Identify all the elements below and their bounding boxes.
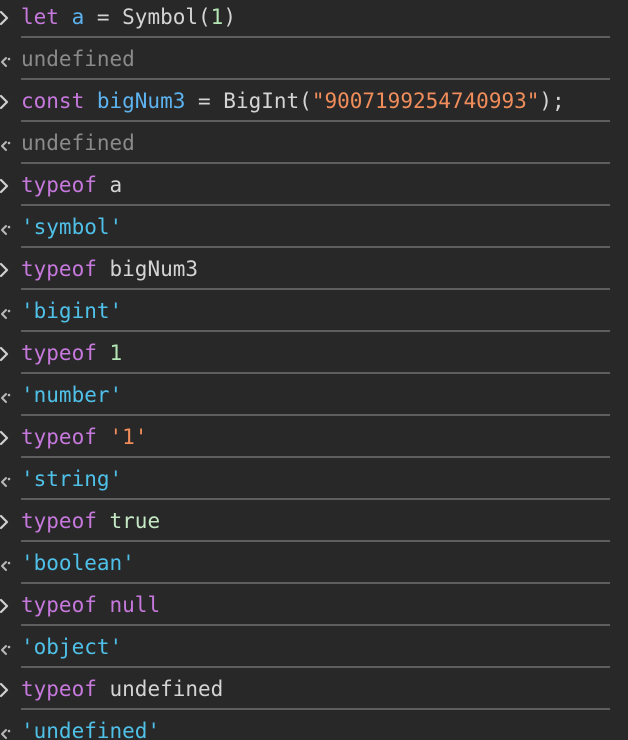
return-arrow-icon (1, 645, 11, 655)
code-token: undefined (109, 677, 224, 701)
return-arrow-icon (1, 393, 11, 403)
code-token: ); (539, 89, 565, 113)
console-input-row[interactable]: typeof 1 (0, 336, 628, 378)
return-arrow-icon (1, 729, 11, 739)
console-result-text: 'boolean' (21, 549, 135, 577)
console-output-row[interactable]: undefined (0, 42, 628, 84)
console-result-text: undefined (21, 45, 135, 73)
code-token: null (109, 593, 161, 617)
console-result-text: 'object' (21, 633, 122, 661)
code-token: const (21, 89, 97, 113)
chevron-right-icon (0, 682, 9, 698)
chevron-right-icon (0, 346, 9, 362)
console-command-text: typeof null (21, 591, 160, 619)
console-output-row[interactable]: 'symbol' (0, 210, 628, 252)
console-command-text: typeof a (21, 171, 122, 199)
console-output-row[interactable]: 'number' (0, 378, 628, 420)
chevron-right-icon (0, 430, 9, 446)
console-input-row[interactable]: typeof bigNum3 (0, 252, 628, 294)
code-token: typeof (21, 257, 110, 281)
console-input-row[interactable]: let a = Symbol(1) (0, 0, 628, 42)
console-command-text: typeof undefined (21, 675, 223, 703)
console-result-text: 'undefined' (21, 717, 160, 740)
code-token: true (109, 509, 161, 533)
console-command-text: typeof true (21, 507, 160, 535)
code-token: 'bigint' (21, 299, 123, 323)
code-token: let (21, 5, 72, 29)
console-input-row[interactable]: typeof true (0, 504, 628, 546)
code-token: 1 (210, 5, 224, 29)
return-arrow-icon (1, 141, 11, 151)
code-token: typeof (21, 341, 110, 365)
code-token: = BigInt( (185, 89, 312, 113)
console-input-row[interactable]: typeof '1' (0, 420, 628, 462)
console-output-row[interactable]: undefined (0, 126, 628, 168)
devtools-console: let a = Symbol(1) undefined const bigNum3 … (0, 0, 628, 740)
code-token: bigNum3 (96, 89, 186, 113)
console-output-row[interactable]: 'bigint' (0, 294, 628, 336)
chevron-right-icon (0, 178, 9, 194)
console-input-row[interactable]: typeof undefined (0, 672, 628, 714)
code-token: a (71, 5, 85, 29)
code-token: '1' (109, 425, 148, 449)
return-arrow-icon (1, 225, 11, 235)
code-token: 1 (109, 341, 123, 365)
code-token: bigNum3 (109, 257, 199, 281)
chevron-right-icon (0, 514, 9, 530)
console-input-row[interactable]: typeof a (0, 168, 628, 210)
code-token: = Symbol( (84, 5, 211, 29)
code-token: 'object' (21, 635, 123, 659)
code-token: undefined (21, 47, 135, 71)
console-result-text: 'string' (21, 465, 122, 493)
code-token: typeof (21, 509, 110, 533)
console-command-text: typeof 1 (21, 339, 122, 367)
chevron-right-icon (0, 94, 9, 110)
return-arrow-icon (1, 57, 11, 67)
console-result-text: 'symbol' (21, 213, 122, 241)
code-token: undefined (21, 131, 135, 155)
console-result-text: undefined (21, 129, 135, 157)
chevron-right-icon (0, 10, 9, 26)
code-token: typeof (21, 425, 110, 449)
console-command-text: let a = Symbol(1) (21, 3, 236, 31)
console-output-row[interactable]: 'string' (0, 462, 628, 504)
code-token: typeof (21, 677, 110, 701)
code-token: a (109, 173, 123, 197)
return-arrow-icon (1, 309, 11, 319)
code-token: "9007199254740993" (311, 89, 540, 113)
code-token: typeof (21, 173, 110, 197)
code-token: 'string' (21, 467, 123, 491)
console-result-text: 'bigint' (21, 297, 122, 325)
return-arrow-icon (1, 477, 11, 487)
console-command-text: const bigNum3 = BigInt("9007199254740993… (21, 87, 565, 115)
console-command-text: typeof '1' (21, 423, 147, 451)
chevron-right-icon (0, 262, 9, 278)
console-input-row[interactable]: typeof null (0, 588, 628, 630)
console-command-text: typeof bigNum3 (21, 255, 198, 283)
code-token: 'boolean' (21, 551, 135, 575)
code-token: 'symbol' (21, 215, 123, 239)
console-output-row[interactable]: 'boolean' (0, 546, 628, 588)
console-output-row[interactable]: 'undefined' (0, 714, 628, 740)
code-token: ) (223, 5, 236, 29)
console-input-row[interactable]: const bigNum3 = BigInt("9007199254740993… (0, 84, 628, 126)
code-token: 'undefined' (21, 719, 161, 740)
return-arrow-icon (1, 561, 11, 571)
code-token: typeof (21, 593, 110, 617)
console-result-text: 'number' (21, 381, 122, 409)
console-output-row[interactable]: 'object' (0, 630, 628, 672)
code-token: 'number' (21, 383, 123, 407)
chevron-right-icon (0, 598, 9, 614)
